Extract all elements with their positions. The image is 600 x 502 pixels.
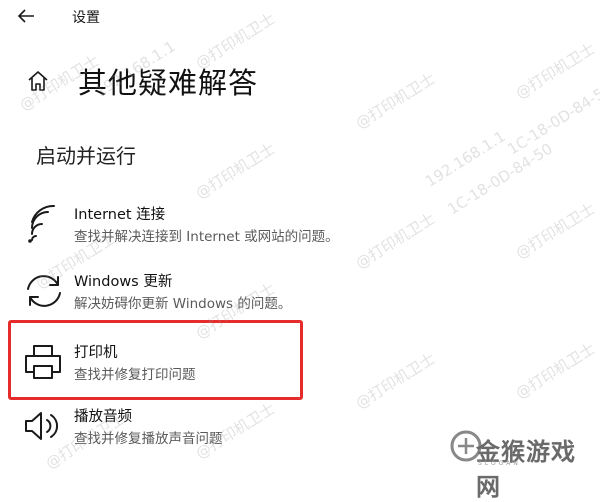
watermark: @打印机卫士 bbox=[192, 139, 279, 203]
item-title: Windows 更新 bbox=[74, 274, 173, 290]
item-desc: 解决妨碍你更新 Windows 的问题。 bbox=[74, 296, 292, 312]
item-desc: 查找并修复播放声音问题 bbox=[74, 431, 223, 447]
speaker-icon bbox=[25, 412, 58, 440]
page-header: 其他疑难解答 bbox=[0, 56, 600, 108]
logo-slogan: SLOGAN bbox=[478, 460, 521, 467]
troubleshooter-audio[interactable]: 播放音频 查找并修复播放声音问题 bbox=[22, 400, 452, 454]
troubleshooter-internet[interactable]: Internet 连接 查找并解决连接到 Internet 或网站的问题。 bbox=[22, 198, 452, 252]
section-title: 启动并运行 bbox=[36, 144, 136, 168]
page-title: 其他疑难解答 bbox=[78, 66, 259, 100]
wifi-icon bbox=[28, 204, 55, 243]
highlight-box bbox=[8, 320, 303, 400]
troubleshooter-windows-update[interactable]: Windows 更新 解决妨碍你更新 Windows 的问题。 bbox=[22, 265, 452, 319]
watermark-mac: 1C-18-0D-84-50 bbox=[444, 139, 556, 219]
sync-icon bbox=[27, 275, 61, 307]
logo-text: 金猴游戏网 bbox=[476, 437, 576, 501]
watermark: @打印机卫士 bbox=[512, 339, 599, 403]
watermark-ip: 192.168.1.1 bbox=[422, 127, 509, 191]
back-arrow-icon[interactable] bbox=[14, 4, 38, 28]
item-title: Internet 连接 bbox=[74, 207, 166, 223]
item-title: 播放音频 bbox=[74, 409, 132, 425]
item-desc: 查找并解决连接到 Internet 或网站的问题。 bbox=[74, 229, 339, 245]
window-title: 设置 bbox=[72, 10, 100, 26]
watermark: @打印机卫士 bbox=[512, 199, 599, 263]
home-icon[interactable] bbox=[26, 69, 50, 93]
title-bar: 设置 bbox=[0, 0, 600, 34]
